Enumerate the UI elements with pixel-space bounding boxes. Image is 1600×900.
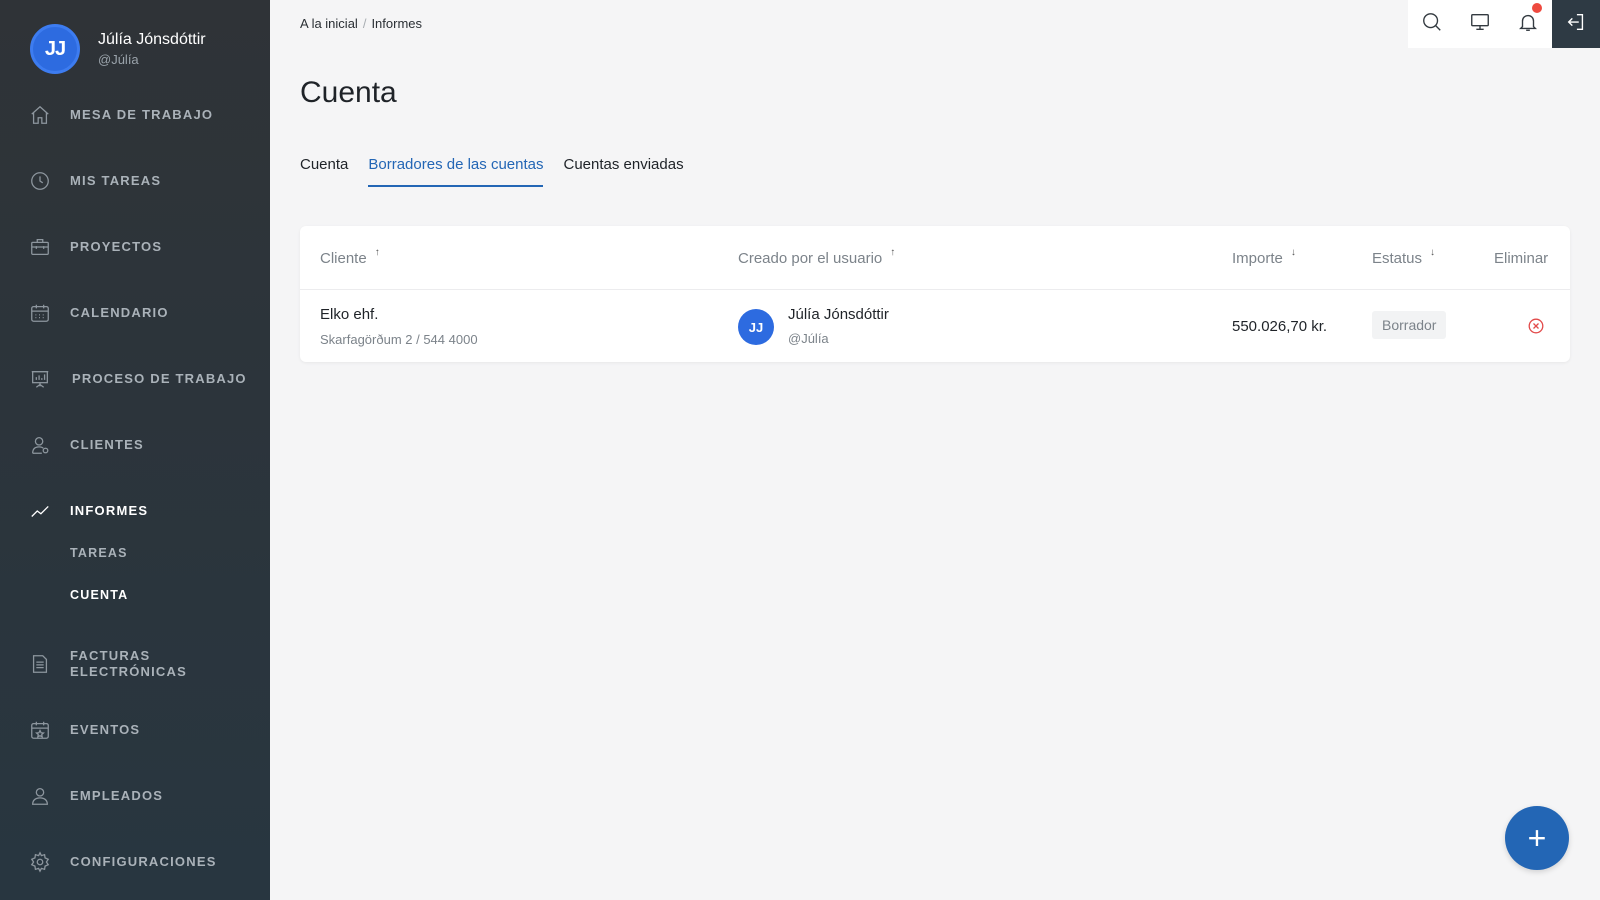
calendar-icon [28, 301, 52, 325]
presentation-chart-icon [28, 367, 52, 391]
sidebar-item-label: INFORMES [70, 503, 149, 518]
delete-button[interactable] [1528, 318, 1544, 334]
user-profile[interactable]: JJ Júlía Jónsdóttir @Júlía [30, 24, 206, 74]
column-header-label: Cliente [320, 250, 367, 267]
sidebar-item-proceso-de-trabajo[interactable]: PROCESO DE TRABAJO [28, 367, 247, 391]
sidebar-item-mis-tareas[interactable]: MIS TAREAS [28, 169, 161, 193]
logout-button[interactable] [1552, 0, 1600, 48]
avatar[interactable]: JJ [30, 24, 80, 74]
notifications-button[interactable] [1504, 0, 1552, 48]
sidebar-item-label: MESA DE TRABAJO [70, 107, 214, 122]
sort-up-icon[interactable]: ↑ [890, 247, 895, 258]
top-toolbar [1408, 0, 1600, 48]
column-header-delete: Eliminar [1494, 250, 1549, 267]
breadcrumb-separator: / [362, 16, 367, 31]
search-icon [1421, 11, 1443, 38]
sidebar-subitem-tareas[interactable]: TAREAS [70, 546, 128, 560]
notification-badge [1532, 3, 1542, 13]
sidebar-item-label: FACTURAS ELECTRÓNICAS [70, 648, 187, 679]
user-name: Júlía Jónsdóttir [98, 31, 206, 48]
sidebar-item-mesa-de-trabajo[interactable]: MESA DE TRABAJO [28, 103, 213, 127]
table-header: Cliente ↑ Creado por el usuario ↑ Importe ↓… [300, 226, 1570, 290]
status-badge: Borrador [1372, 311, 1447, 339]
sidebar-subitem-cuenta[interactable]: CUENTA [70, 588, 128, 602]
sidebar-item-label: PROYECTOS [70, 239, 163, 254]
sidebar-item-proyectos[interactable]: PROYECTOS [28, 235, 162, 259]
sort-down-icon[interactable]: ↓ [1291, 247, 1296, 258]
avatar: JJ [738, 309, 774, 345]
tab-cuenta[interactable]: Cuenta [300, 156, 348, 187]
sidebar-item-label: CALENDARIO [70, 305, 169, 320]
column-header-created-by[interactable]: Creado por el usuario ↑ [738, 247, 895, 267]
users-icon [28, 784, 52, 808]
tab-borradores[interactable]: Borradores de las cuentas [368, 156, 544, 187]
sidebar-item-label: CONFIGURACIONES [70, 854, 217, 869]
table-row[interactable]: Elko ehf. Skarfagörðum 2 / 544 4000 JJ J… [300, 290, 1570, 362]
page-title: Cuenta [300, 76, 397, 109]
sidebar-item-label: EMPLEADOS [70, 788, 164, 803]
drafts-table: Cliente ↑ Creado por el usuario ↑ Importe ↓… [300, 226, 1570, 362]
sort-up-icon[interactable]: ↑ [375, 247, 380, 258]
user-icon [28, 433, 52, 457]
sidebar-item-facturas-electronicas[interactable]: FACTURAS ELECTRÓNICAS [28, 648, 187, 680]
document-icon [28, 652, 52, 676]
gear-icon [28, 850, 52, 874]
column-header-status[interactable]: Estatus ↓ [1372, 247, 1435, 267]
sidebar: JJ Júlía Jónsdóttir @Júlía MESA DE TRABA… [0, 0, 270, 900]
calendar-star-icon [28, 718, 52, 742]
breadcrumb-home-link[interactable]: A la inicial [300, 16, 358, 31]
sidebar-item-label: CLIENTES [70, 437, 144, 452]
tab-bar: Cuenta Borradores de las cuentas Cuentas… [300, 156, 704, 187]
created-by-name: Júlía Jónsdóttir [788, 306, 889, 323]
user-handle: @Júlía [98, 52, 139, 67]
clock-icon [28, 169, 52, 193]
column-header-client[interactable]: Cliente ↑ [320, 247, 380, 267]
sort-down-icon[interactable]: ↓ [1430, 247, 1435, 258]
add-button[interactable]: + [1505, 806, 1569, 870]
sidebar-item-label: PROCESO DE TRABAJO [72, 371, 247, 386]
search-button[interactable] [1408, 0, 1456, 48]
bell-icon [1517, 11, 1539, 38]
created-by-handle: @Júlía [788, 331, 829, 346]
client-address: Skarfagörðum 2 / 544 4000 [320, 332, 478, 347]
client-name[interactable]: Elko ehf. [320, 306, 378, 323]
sidebar-item-calendario[interactable]: CALENDARIO [28, 301, 169, 325]
monitor-icon [1469, 11, 1491, 38]
logout-icon [1565, 11, 1587, 38]
sidebar-item-configuraciones[interactable]: CONFIGURACIONES [28, 850, 217, 874]
sidebar-item-eventos[interactable]: EVENTOS [28, 718, 140, 742]
sidebar-item-label: MIS TAREAS [70, 173, 162, 188]
home-icon [28, 103, 52, 127]
amount-value: 550.026,70 kr. [1232, 318, 1328, 335]
sidebar-item-clientes[interactable]: CLIENTES [28, 433, 144, 457]
column-header-amount[interactable]: Importe ↓ [1232, 247, 1296, 267]
sidebar-item-informes[interactable]: INFORMES [28, 499, 148, 523]
trend-line-icon [28, 499, 52, 523]
briefcase-icon [28, 235, 52, 259]
column-header-label: Importe [1232, 250, 1283, 267]
breadcrumb: A la inicial / Informes [300, 16, 422, 31]
tab-cuentas-enviadas[interactable]: Cuentas enviadas [563, 156, 683, 187]
column-header-label: Estatus [1372, 250, 1423, 267]
breadcrumb-current[interactable]: Informes [371, 16, 422, 31]
sidebar-item-label: EVENTOS [70, 722, 141, 737]
close-circle-icon [1528, 318, 1544, 338]
sidebar-item-empleados[interactable]: EMPLEADOS [28, 784, 163, 808]
column-header-label: Creado por el usuario [738, 250, 883, 267]
display-button[interactable] [1456, 0, 1504, 48]
